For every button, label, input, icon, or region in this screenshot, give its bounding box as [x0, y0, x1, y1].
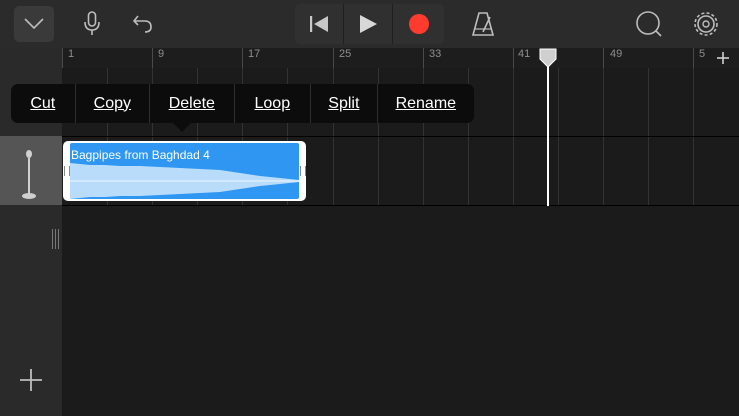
transport-controls — [295, 4, 444, 44]
microphone-button[interactable] — [78, 6, 106, 42]
playhead-line — [547, 56, 549, 206]
metronome-button[interactable] — [468, 6, 498, 42]
tracks-view-button[interactable] — [14, 6, 54, 42]
timeline-ruler[interactable]: 1 9 17 25 33 41 49 5 — [62, 48, 739, 68]
settings-button[interactable] — [690, 6, 722, 42]
context-menu-pointer — [173, 123, 191, 132]
region-waveform: Bagpipes from Baghdad 4 — [70, 143, 299, 199]
menu-item-rename[interactable]: Rename — [378, 84, 474, 123]
loop-browser-icon — [636, 11, 662, 37]
go-to-start-button[interactable] — [295, 4, 344, 44]
track-header-audio[interactable] — [0, 136, 62, 205]
gear-icon — [694, 12, 718, 36]
microphone-icon — [84, 11, 100, 35]
ruler-bar-label: 33 — [429, 48, 442, 60]
region-context-menu: Cut Copy Delete Loop Split Rename — [11, 84, 474, 123]
menu-item-copy[interactable]: Copy — [76, 84, 151, 123]
waveform-graphic — [70, 163, 299, 199]
audio-region[interactable]: Bagpipes from Baghdad 4 — [63, 141, 306, 201]
undo-icon — [132, 15, 152, 33]
top-toolbar — [0, 0, 739, 48]
menu-item-loop[interactable]: Loop — [235, 84, 312, 123]
playhead-handle[interactable] — [539, 48, 557, 68]
region-right-trim-handle[interactable] — [300, 166, 306, 176]
undo-button[interactable] — [128, 6, 158, 42]
ruler-bar-label: 9 — [158, 48, 165, 60]
resize-handle[interactable] — [52, 229, 60, 249]
plus-icon — [20, 369, 42, 391]
metronome-icon — [471, 12, 495, 36]
menu-item-cut[interactable]: Cut — [11, 84, 76, 123]
play-button[interactable] — [344, 4, 393, 44]
menu-item-split[interactable]: Split — [311, 84, 378, 123]
microphone-stand-icon — [22, 150, 36, 199]
ruler-bar-label: 5 — [699, 48, 706, 60]
ruler-bar-label: 1 — [68, 48, 75, 60]
skip-back-icon — [310, 16, 328, 32]
ruler-bar-label: 41 — [518, 48, 531, 60]
loop-browser-button[interactable] — [632, 6, 664, 42]
add-section-button[interactable] — [712, 48, 734, 68]
ruler-bar-label: 49 — [610, 48, 623, 60]
tracks-view-icon — [24, 18, 44, 30]
ruler-bar-label: 25 — [339, 48, 352, 60]
menu-item-delete[interactable]: Delete — [150, 84, 235, 123]
add-track-button[interactable] — [16, 365, 46, 395]
record-button[interactable] — [393, 4, 444, 44]
plus-icon — [717, 52, 729, 64]
record-icon — [408, 14, 429, 34]
play-icon — [360, 15, 377, 33]
ruler-bar-label: 17 — [248, 48, 261, 60]
